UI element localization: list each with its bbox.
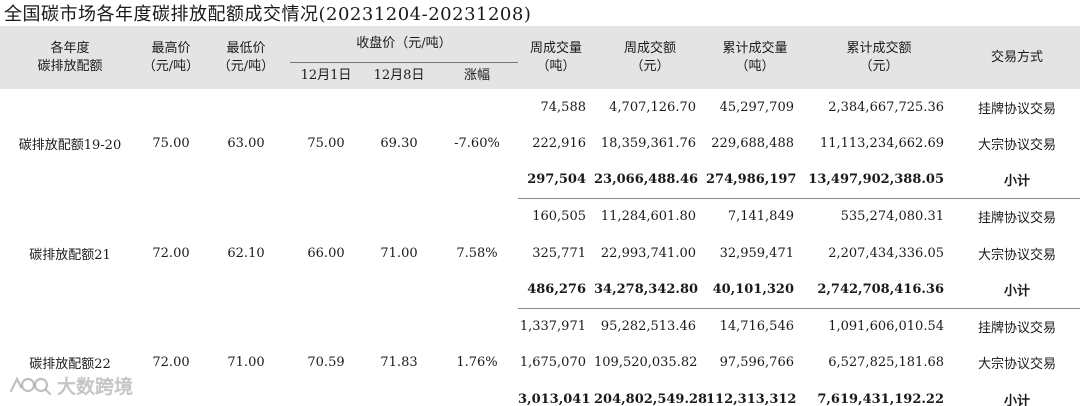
trade-method: 挂牌协议交易 — [977, 321, 1056, 337]
cumulative-amount: 11,113,234,662.69 — [819, 135, 944, 151]
page-title: 全国碳市场各年度碳排放配额成交情况(20231204-20231208) — [4, 4, 532, 25]
close-dec8: 71.00 — [380, 245, 418, 261]
low-price: 71.00 — [227, 355, 265, 371]
price-change: -7.60% — [454, 136, 500, 152]
header-change: 涨幅 — [436, 62, 518, 89]
trade-method: 大宗协议交易 — [977, 247, 1056, 263]
cumulative-volume: 229,688,488 — [711, 135, 794, 151]
allowance-name: 碳排放配额19-20 — [18, 138, 122, 154]
weekly-amount: 18,359,361.76 — [600, 135, 696, 151]
close-dec8: 71.83 — [380, 355, 418, 371]
cumulative-amount-subtotal: 2,742,708,416.36 — [804, 271, 954, 309]
weekly-amount: 109,520,035.82 — [594, 355, 698, 371]
allowance-name: 碳排放配额22 — [29, 357, 111, 373]
trade-method: 大宗协议交易 — [977, 357, 1056, 373]
cumulative-volume: 32,959,471 — [719, 245, 794, 261]
price-change: 1.76% — [456, 355, 498, 371]
table-row: 碳排放配额19-20 75.00 63.00 75.00 69.30 -7.60… — [0, 89, 1080, 154]
header-weekly-amount: 周成交额 （元） — [594, 26, 706, 89]
weekly-amount-subtotal: 204,802,549.28 — [594, 391, 708, 406]
high-price: 72.00 — [152, 245, 190, 261]
low-price: 62.10 — [227, 245, 265, 261]
cumulative-volume-subtotal: 112,313,312 — [706, 391, 797, 406]
weekly-volume: 1,337,971 — [519, 319, 586, 335]
header-allowance-year: 各年度 碳排放配额 — [0, 26, 140, 89]
low-price: 63.00 — [227, 136, 265, 152]
high-price: 72.00 — [152, 355, 190, 371]
cumulative-amount: 535,274,080.31 — [840, 209, 944, 225]
subtotal-label: 小计 — [954, 161, 1080, 200]
table-row: 碳排放配额21 72.00 62.10 66.00 71.00 7.58% 16… — [0, 199, 1080, 262]
weekly-volume-subtotal: 297,504 — [518, 161, 594, 200]
carbon-trading-table: 各年度 碳排放配额 最高价 （元/吨） 最低价 （元/吨） 收盘价（元/吨） 周成交量… — [0, 26, 1080, 406]
weekly-volume: 325,771 — [532, 245, 586, 261]
subtotal-label: 小计 — [954, 271, 1080, 309]
cumulative-amount: 6,527,825,181.68 — [828, 355, 944, 371]
header-cumulative-amount: 累计成交额 （元） — [804, 26, 954, 89]
price-change: 7.58% — [456, 245, 498, 261]
weekly-amount-subtotal: 23,066,488.46 — [594, 161, 706, 200]
weekly-volume: 1,675,070 — [519, 355, 586, 371]
close-dec1: 70.59 — [307, 355, 345, 371]
close-dec1: 75.00 — [307, 136, 345, 152]
trade-method: 挂牌协议交易 — [977, 211, 1056, 227]
cumulative-volume-subtotal: 40,101,320 — [706, 271, 804, 309]
close-dec1: 66.00 — [307, 245, 345, 261]
weekly-volume-subtotal: 3,013,041 — [518, 391, 591, 406]
weekly-volume-subtotal: 486,276 — [518, 271, 594, 309]
table-row: 碳排放配额22 72.00 71.00 70.59 71.83 1.76% 1,… — [0, 308, 1080, 372]
weekly-volume: 222,916 — [532, 135, 586, 151]
cumulative-amount-subtotal: 13,497,902,388.05 — [804, 161, 954, 200]
header-close-dec8: 12月8日 — [362, 62, 436, 89]
cumulative-amount: 1,091,606,010.54 — [828, 319, 944, 335]
close-dec8: 69.30 — [380, 136, 418, 152]
cumulative-volume: 45,297,709 — [719, 99, 794, 115]
weekly-volume: 74,588 — [540, 99, 587, 115]
cumulative-volume: 14,716,546 — [719, 319, 794, 335]
weekly-amount-subtotal: 34,278,342.80 — [594, 271, 706, 309]
cumulative-volume: 7,141,849 — [727, 209, 794, 225]
weekly-amount: 11,284,601.80 — [600, 209, 696, 225]
high-price: 75.00 — [152, 136, 190, 152]
cumulative-amount-subtotal: 7,619,431,192.22 — [817, 391, 944, 406]
allowance-name: 碳排放配额21 — [29, 247, 111, 263]
weekly-amount: 4,707,126.70 — [609, 99, 696, 115]
header-weekly-volume: 周成交量 （吨） — [518, 26, 594, 89]
header-high-price: 最高价 （元/吨） — [140, 26, 202, 89]
weekly-amount: 22,993,741.00 — [600, 245, 696, 261]
trade-method: 挂牌协议交易 — [977, 101, 1056, 117]
cumulative-amount: 2,384,667,725.36 — [828, 99, 944, 115]
header-trade-method: 交易方式 — [954, 26, 1080, 89]
trade-method: 大宗协议交易 — [977, 137, 1056, 153]
header-cumulative-volume: 累计成交量 （吨） — [706, 26, 804, 89]
weekly-volume: 160,505 — [532, 209, 586, 225]
cumulative-volume: 97,596,766 — [719, 355, 794, 371]
header-low-price: 最低价 （元/吨） — [202, 26, 290, 89]
header-close-dec1: 12月1日 — [290, 62, 362, 89]
cumulative-amount: 2,207,434,336.05 — [828, 245, 944, 261]
subtotal-label: 小计 — [1003, 393, 1030, 406]
header-closing-price: 收盘价（元/吨） — [290, 26, 518, 63]
weekly-amount: 95,282,513.46 — [600, 319, 696, 335]
cumulative-volume-subtotal: 274,986,197 — [706, 161, 804, 200]
